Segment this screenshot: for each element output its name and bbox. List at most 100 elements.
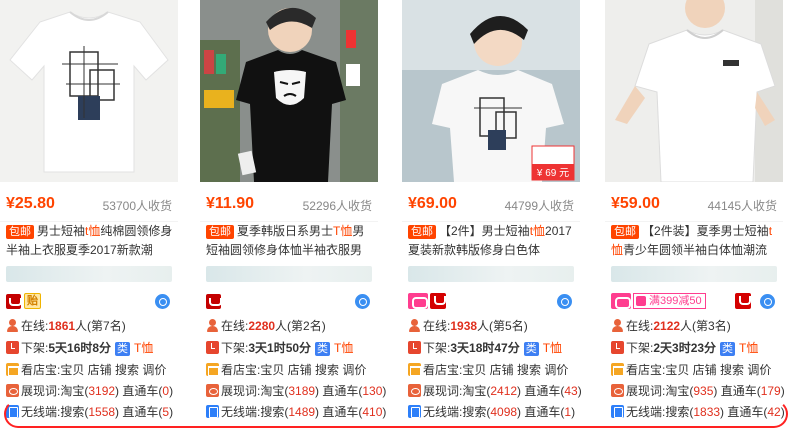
delist-row: 下架:3天18时47分类 T恤: [408, 338, 584, 358]
impressions-label: 展现词:: [626, 384, 666, 398]
product-image[interactable]: ¥ 69 元: [402, 0, 580, 182]
product-title[interactable]: 包邮 【2件装】夏季男士短袖t恤青少年圆领半袖白体恤潮流: [611, 222, 781, 262]
product-image[interactable]: [605, 0, 783, 182]
shop-name-blurred[interactable]: [206, 266, 372, 282]
mobile-icon: [206, 405, 219, 418]
store-tools-row[interactable]: 看店宝:宝贝 店铺 搜索 调价: [611, 360, 787, 380]
product-title[interactable]: 包邮 夏季韩版日系男士T恤男短袖圆领修身体恤半袖衣服男: [206, 222, 376, 262]
wangwang-chat-icon[interactable]: [155, 294, 170, 309]
wireless-search-count[interactable]: 1558: [88, 405, 115, 419]
wireless-row: 无线端:搜索(4098) 直通车(1): [408, 402, 584, 422]
mobile-icon: [611, 405, 624, 418]
impressions-taobao-count[interactable]: 935: [693, 384, 713, 398]
impressions-row: 展现词:淘宝(3192) 直通车(0): [6, 381, 182, 401]
store-icon: [6, 363, 19, 376]
paren: ): [169, 384, 174, 398]
online-count: 1861: [48, 319, 76, 333]
store-tools-links[interactable]: 看店宝:宝贝 店铺 搜索 调价: [626, 363, 771, 377]
category-badge: 类: [115, 342, 131, 356]
impressions-row: 展现词:淘宝(3189) 直通车(130): [206, 381, 386, 401]
title-part: 夏季韩版日系男士: [237, 224, 334, 238]
wireless-search-count[interactable]: 1833: [693, 405, 720, 419]
category-value[interactable]: T恤: [739, 341, 758, 355]
store-tools-links[interactable]: 看店宝:宝贝 店铺 搜索 调价: [21, 363, 166, 377]
wireless-label: 无线端:: [221, 405, 261, 419]
shop-name-blurred[interactable]: [611, 266, 777, 282]
impressions-ztc-count[interactable]: 43: [564, 384, 577, 398]
wangwang-chat-icon[interactable]: [355, 294, 370, 309]
wangwang-chat-icon[interactable]: [557, 294, 572, 309]
category-badge: 类: [523, 342, 539, 356]
product-card[interactable]: ¥25.80 53700人收货 包邮 男士短袖t恤纯棉圆领修身半袖上衣服夏季201…: [0, 0, 182, 444]
wangwang-chat-icon[interactable]: [760, 294, 775, 309]
online-label: 在线:: [221, 319, 249, 333]
product-title[interactable]: 包邮 【2件】男士短袖t恤2017夏装新款韩版修身白色体: [408, 222, 578, 262]
mobile-icon: [408, 405, 421, 418]
impressions-label: 展现词:: [21, 384, 61, 398]
store-tools-row[interactable]: 看店宝:宝贝 店铺 搜索 调价: [206, 360, 382, 380]
online-label: 在线:: [21, 319, 49, 333]
paren: ): [577, 384, 582, 398]
category-value[interactable]: T恤: [134, 341, 153, 355]
online-count: 2280: [248, 319, 276, 333]
wireless-ztc-count[interactable]: 410: [362, 405, 382, 419]
wireless-search-count[interactable]: 4098: [490, 405, 517, 419]
delist-row: 下架:2天3时23分类 T恤: [611, 338, 787, 358]
promo-badge[interactable]: 满399减50: [633, 293, 706, 309]
online-rank: 人(第3名): [680, 319, 731, 333]
impressions-taobao-count[interactable]: 2412: [490, 384, 517, 398]
wireless-ztc-count[interactable]: 42: [767, 405, 780, 419]
product-image[interactable]: [0, 0, 178, 182]
impressions-taobao-count[interactable]: 3192: [88, 384, 115, 398]
product-card[interactable]: ¥59.00 44145人收货 包邮 【2件装】夏季男士短袖t恤青少年圆领半袖白体…: [605, 0, 787, 444]
product-image[interactable]: [200, 0, 378, 182]
impressions-ztc-count[interactable]: 179: [761, 384, 781, 398]
store-icon: [206, 363, 219, 376]
clock-icon: [408, 341, 421, 354]
delist-label: 下架:: [221, 341, 249, 355]
store-tools-links[interactable]: 看店宝:宝贝 店铺 搜索 调价: [221, 363, 366, 377]
impressions-taobao-label: 淘宝(: [60, 384, 89, 398]
tmall-icon: [206, 294, 222, 309]
product-title[interactable]: 包邮 男士短袖t恤纯棉圆领修身半袖上衣服夏季2017新款潮: [6, 222, 176, 262]
clock-icon: [206, 341, 219, 354]
paren: ): [571, 405, 576, 419]
title-part: 【2件装】夏季男士短袖: [642, 224, 769, 238]
wireless-search-label: 搜索(: [260, 405, 289, 419]
product-card[interactable]: ¥11.90 52296人收货 包邮 夏季韩版日系男士T恤男短袖圆领修身体恤半袖衣…: [200, 0, 386, 444]
sold-count: 44145人收货: [707, 199, 777, 213]
shop-name-blurred[interactable]: [6, 266, 172, 282]
product-card[interactable]: ¥ 69 元 ¥69.00 44799人收货 包邮 【2件】男士短袖t恤2017夏…: [402, 0, 584, 444]
service-badges: 满399减50: [611, 292, 781, 312]
price: ¥11.90: [206, 195, 255, 212]
online-row: 在线:2122人(第3名): [611, 316, 787, 336]
store-tools-row[interactable]: 看店宝:宝贝 店铺 搜索 调价: [6, 360, 182, 380]
store-icon: [611, 363, 624, 376]
title-keyword: t恤: [85, 224, 101, 238]
paren: ): [382, 384, 387, 398]
free-shipping-badge: 包邮: [408, 225, 436, 239]
delist-time: 5天16时8分: [48, 341, 112, 355]
store-tools-links[interactable]: 看店宝:宝贝 店铺 搜索 调价: [423, 363, 568, 377]
online-row: 在线:2280人(第2名): [206, 316, 382, 336]
delist-label: 下架:: [21, 341, 49, 355]
store-tools-row[interactable]: 看店宝:宝贝 店铺 搜索 调价: [408, 360, 584, 380]
impressions-taobao-count[interactable]: 3189: [288, 384, 315, 398]
category-badge: 类: [315, 342, 331, 356]
eye-icon: [206, 384, 219, 397]
impressions-ztc-label: ) 直通车(: [315, 384, 363, 398]
sticker-price: ¥ 69 元: [536, 168, 569, 179]
wireless-row: 无线端:搜索(1558) 直通车(5): [6, 402, 182, 422]
category-value[interactable]: T恤: [334, 341, 353, 355]
title-keyword: T恤: [333, 224, 353, 238]
online-row: 在线:1861人(第7名): [6, 316, 182, 336]
wireless-label: 无线端:: [423, 405, 463, 419]
wireless-row: 无线端:搜索(1833) 直通车(42): [611, 402, 787, 422]
delist-label: 下架:: [626, 341, 654, 355]
wireless-search-count[interactable]: 1489: [288, 405, 315, 419]
shop-name-blurred[interactable]: [408, 266, 574, 282]
impressions-ztc-count[interactable]: 130: [362, 384, 382, 398]
category-value[interactable]: T恤: [543, 341, 562, 355]
category-badge: 类: [720, 342, 736, 356]
sold-count: 53700人收货: [102, 199, 172, 213]
